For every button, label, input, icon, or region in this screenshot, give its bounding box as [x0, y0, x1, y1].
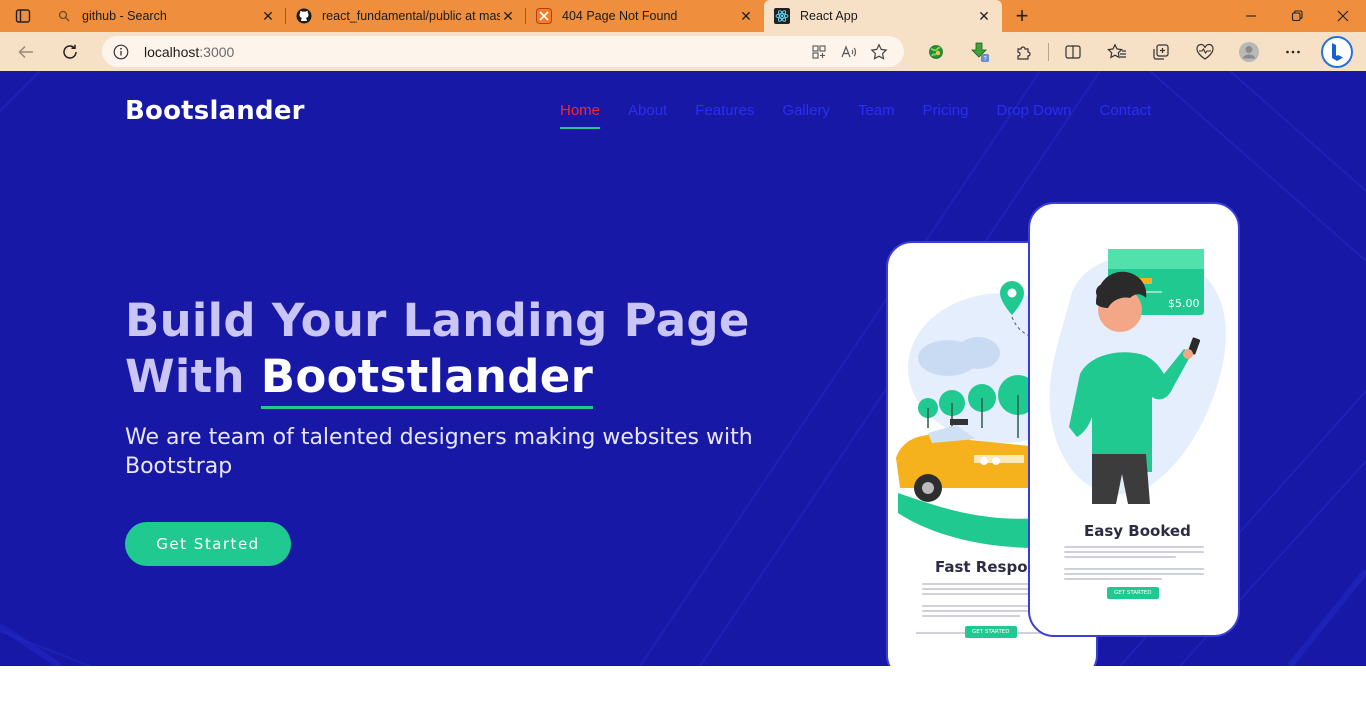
- close-icon[interactable]: ✕: [500, 8, 516, 24]
- restore-button[interactable]: [1274, 0, 1320, 32]
- download-manager-icon[interactable]: ?: [958, 36, 1002, 68]
- nav-home[interactable]: Home: [560, 102, 601, 129]
- nav-drop-down[interactable]: Drop Down: [996, 102, 1071, 119]
- phone-front-title: Easy Booked: [1084, 522, 1191, 540]
- tab-title: 404 Page Not Found: [562, 9, 678, 23]
- hero-section: Bootslander Home About Features Gallery …: [0, 71, 1366, 666]
- page-viewport: Bootslander Home About Features Gallery …: [0, 71, 1366, 718]
- close-icon[interactable]: ✕: [738, 8, 754, 24]
- get-started-button[interactable]: Get Started: [125, 522, 291, 566]
- tab-404[interactable]: 404 Page Not Found ✕: [526, 0, 764, 32]
- phone-front-get-started: GET STARTED: [1107, 587, 1159, 599]
- minimize-button[interactable]: [1228, 0, 1274, 32]
- arrow-left-icon: [18, 45, 33, 58]
- globe-extension-icon[interactable]: [914, 36, 958, 68]
- apps-icon[interactable]: [804, 38, 834, 66]
- toolbar-divider: [1048, 42, 1049, 61]
- close-icon[interactable]: ✕: [260, 8, 276, 24]
- hero-title-line1: Build Your Landing Page: [125, 294, 750, 347]
- window-controls: [1228, 0, 1366, 32]
- hero-title-brand: Bootstlander: [260, 350, 594, 409]
- close-window-button[interactable]: [1320, 0, 1366, 32]
- phone-back-title: Fast Respor: [935, 558, 1035, 576]
- tab-actions-icon: [15, 9, 31, 23]
- tab-strip: github - Search ✕ react_fundamental/publ…: [0, 0, 1366, 32]
- tab-react-app[interactable]: React App ✕: [764, 0, 1002, 32]
- tab-actions-button[interactable]: [0, 0, 46, 32]
- nav-pricing[interactable]: Pricing: [923, 102, 969, 119]
- tab-title: github - Search: [82, 9, 167, 23]
- price-label: $5.00: [1168, 297, 1200, 310]
- search-icon: [56, 8, 72, 24]
- read-aloud-icon[interactable]: [834, 38, 864, 66]
- hero-title-with: With: [125, 350, 261, 403]
- site-logo[interactable]: Bootslander: [125, 96, 305, 126]
- nav-gallery[interactable]: Gallery: [782, 102, 830, 119]
- nav-about[interactable]: About: [628, 102, 667, 119]
- close-icon[interactable]: ✕: [976, 8, 992, 24]
- refresh-icon: [63, 44, 77, 59]
- info-icon[interactable]: [112, 43, 130, 61]
- health-heart-icon[interactable]: [1183, 36, 1227, 68]
- nav-features[interactable]: Features: [695, 102, 754, 119]
- tab-title: React App: [800, 9, 858, 23]
- back-button[interactable]: [6, 36, 46, 68]
- tab-title: react_fundamental/public at master: [322, 9, 500, 23]
- minimize-icon: [1246, 15, 1256, 17]
- split-screen-icon[interactable]: [1051, 36, 1095, 68]
- browser-toolbar: localhost:3000 ?: [0, 32, 1366, 71]
- url-host: localhost: [144, 43, 200, 60]
- extensions-bar: ?: [914, 35, 1359, 68]
- more-options-icon[interactable]: [1271, 36, 1315, 68]
- profile-avatar[interactable]: [1227, 36, 1271, 68]
- restore-icon: [1291, 10, 1303, 22]
- main-nav: Home About Features Gallery Team Pricing…: [560, 102, 1179, 129]
- url-port: :3000: [199, 43, 235, 60]
- phone-back-get-started: GET STARTED: [965, 626, 1017, 638]
- hero-title: Build Your Landing Page With Bootstlande…: [125, 293, 750, 409]
- close-icon: [1337, 10, 1349, 22]
- nav-contact[interactable]: Contact: [1100, 102, 1152, 119]
- url-text[interactable]: localhost:3000: [144, 44, 804, 60]
- github-icon: [296, 8, 312, 24]
- address-bar[interactable]: localhost:3000: [102, 36, 904, 67]
- tab-github-search[interactable]: github - Search ✕: [46, 0, 286, 32]
- bing-copilot-icon[interactable]: [1315, 35, 1359, 68]
- favorite-star-icon[interactable]: [864, 38, 894, 66]
- collections-icon[interactable]: [1139, 36, 1183, 68]
- hero-subtitle: We are team of talented designers making…: [125, 425, 753, 479]
- react-icon: [774, 8, 790, 24]
- new-tab-button[interactable]: +: [1002, 0, 1042, 32]
- refresh-button[interactable]: [50, 36, 90, 68]
- tab-github-repo[interactable]: react_fundamental/public at master ✕: [286, 0, 526, 32]
- xampp-icon: [536, 8, 552, 24]
- extensions-puzzle-icon[interactable]: [1002, 36, 1046, 68]
- phone-front-text-lines: [1064, 546, 1204, 583]
- phone-mockup-easy-booked: $5.00 Easy Booked GET STARTED: [1028, 202, 1240, 637]
- favorites-icon[interactable]: [1095, 36, 1139, 68]
- nav-team[interactable]: Team: [858, 102, 895, 119]
